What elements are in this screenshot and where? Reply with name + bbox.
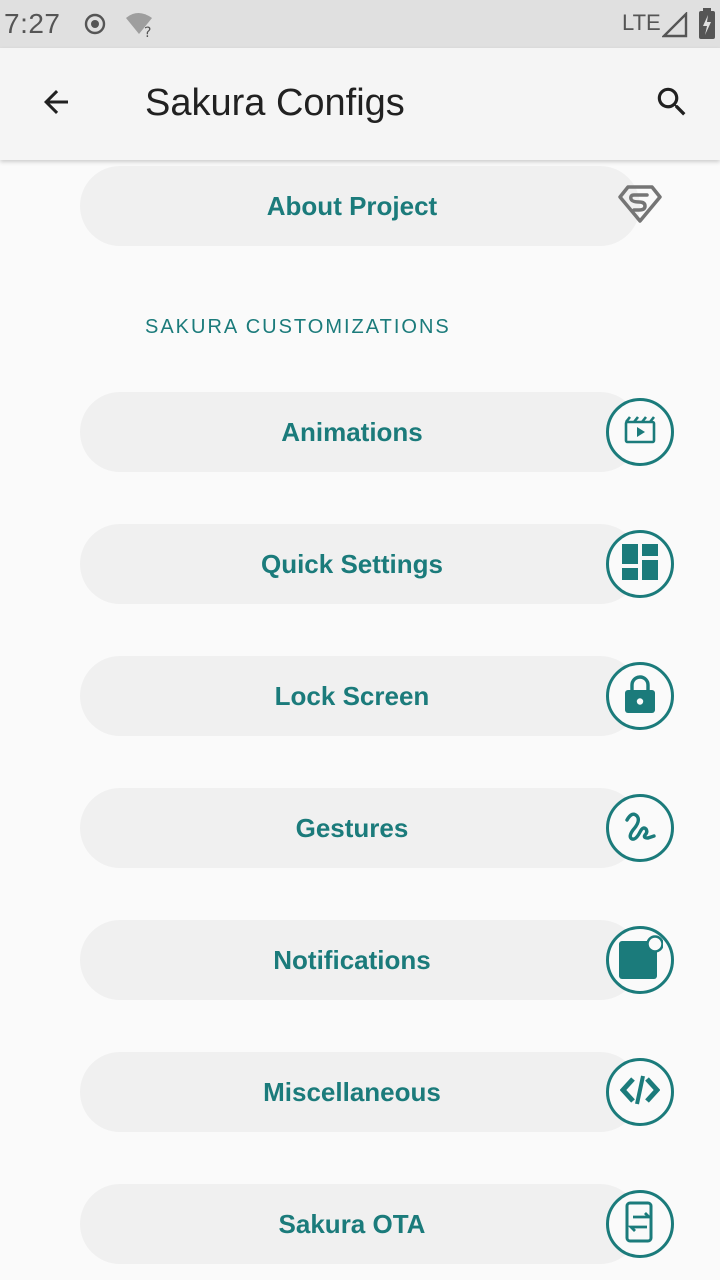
- animations-icon-badge: [606, 398, 674, 466]
- gesture-icon: [622, 808, 658, 849]
- notifications-icon-badge: [606, 926, 674, 994]
- section-header: SAKURA CUSTOMIZATIONS: [145, 316, 451, 338]
- notifications-label: Notifications: [273, 944, 431, 975]
- about-project-label: About Project: [266, 190, 438, 221]
- sakura-ota-button[interactable]: Sakura OTA: [80, 1184, 640, 1264]
- miscellaneous-label: Miscellaneous: [263, 1076, 441, 1107]
- superman-logo-icon: [616, 184, 664, 224]
- page-title: Sakura Configs: [145, 82, 405, 124]
- battery-charging-icon: [698, 8, 716, 45]
- search-icon: [653, 83, 691, 126]
- signal-icon: [661, 11, 688, 43]
- animations-button[interactable]: Animations: [80, 392, 640, 472]
- quick-settings-icon-badge: [606, 530, 674, 598]
- status-bar: 7:27 ? LTE: [0, 0, 720, 48]
- movie-icon: [623, 415, 657, 450]
- gestures-button[interactable]: Gestures: [80, 788, 640, 868]
- svg-text:?: ?: [144, 25, 151, 38]
- back-button[interactable]: [28, 76, 84, 132]
- network-type: LTE: [622, 10, 661, 35]
- code-icon: [619, 1073, 661, 1112]
- status-time: 7:27: [4, 8, 61, 39]
- system-update-icon: [624, 1201, 656, 1248]
- miscellaneous-icon-badge: [606, 1058, 674, 1126]
- settings-list: About Project SAKURA CUSTOMIZATIONS Anim…: [0, 160, 720, 1280]
- miscellaneous-button[interactable]: Miscellaneous: [80, 1052, 640, 1132]
- about-project-button[interactable]: About Project: [80, 166, 640, 246]
- sakura-ota-icon-badge: [606, 1190, 674, 1258]
- sakura-ota-label: Sakura OTA: [278, 1208, 426, 1239]
- animations-label: Animations: [281, 416, 423, 447]
- quick-settings-label: Quick Settings: [260, 548, 444, 579]
- target-icon: [84, 13, 106, 40]
- lock-screen-label: Lock Screen: [274, 680, 430, 711]
- lock-screen-button[interactable]: Lock Screen: [80, 656, 640, 736]
- search-button[interactable]: [644, 76, 700, 132]
- gestures-icon-badge: [606, 794, 674, 862]
- app-bar: Sakura Configs: [0, 48, 720, 160]
- quick-settings-button[interactable]: Quick Settings: [80, 524, 640, 604]
- lock-icon: [623, 674, 657, 719]
- arrow-back-icon: [38, 84, 74, 125]
- wifi-question-icon: ?: [124, 12, 156, 43]
- notifications-button[interactable]: Notifications: [80, 920, 640, 1000]
- lock-screen-icon-badge: [606, 662, 674, 730]
- notification-badge-icon: [617, 934, 664, 986]
- gestures-label: Gestures: [295, 812, 409, 843]
- dashboard-icon: [622, 543, 658, 585]
